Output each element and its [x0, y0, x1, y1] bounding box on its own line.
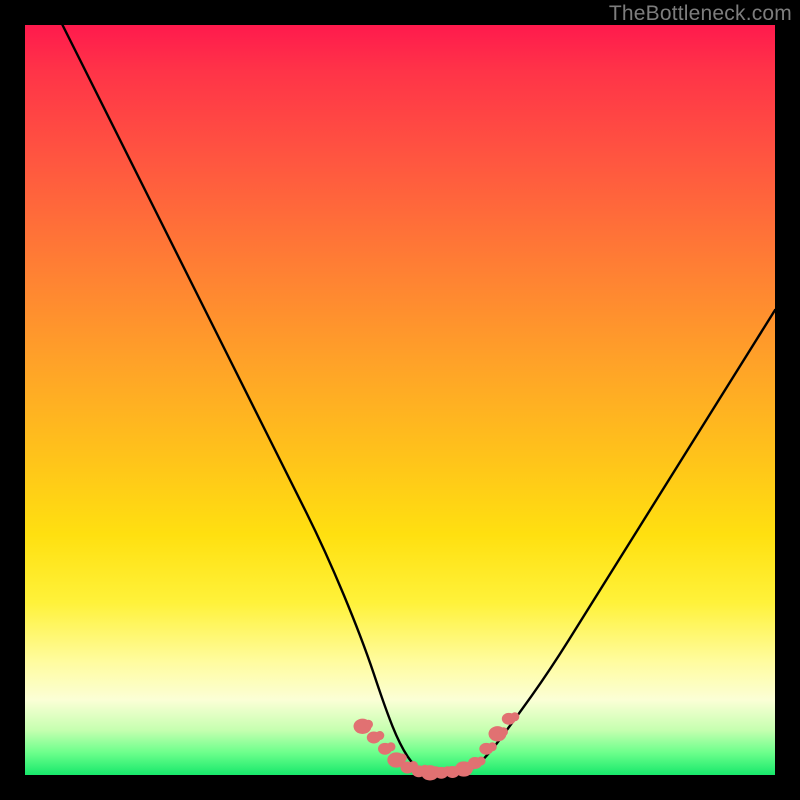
valley-dot — [499, 727, 508, 736]
valley-dot — [488, 742, 497, 751]
valley-dot — [387, 742, 396, 751]
plot-area — [25, 25, 775, 775]
valley-dot — [375, 731, 384, 740]
valley-dot — [364, 720, 373, 729]
watermark-text: TheBottleneck.com — [609, 2, 792, 26]
curve-svg — [25, 25, 775, 775]
valley-dot — [398, 754, 407, 763]
bottleneck-curve — [63, 25, 776, 775]
valley-dot — [477, 757, 486, 766]
valley-dots-group — [354, 712, 520, 780]
outer-frame: TheBottleneck.com — [0, 0, 800, 800]
valley-dot — [510, 712, 519, 721]
